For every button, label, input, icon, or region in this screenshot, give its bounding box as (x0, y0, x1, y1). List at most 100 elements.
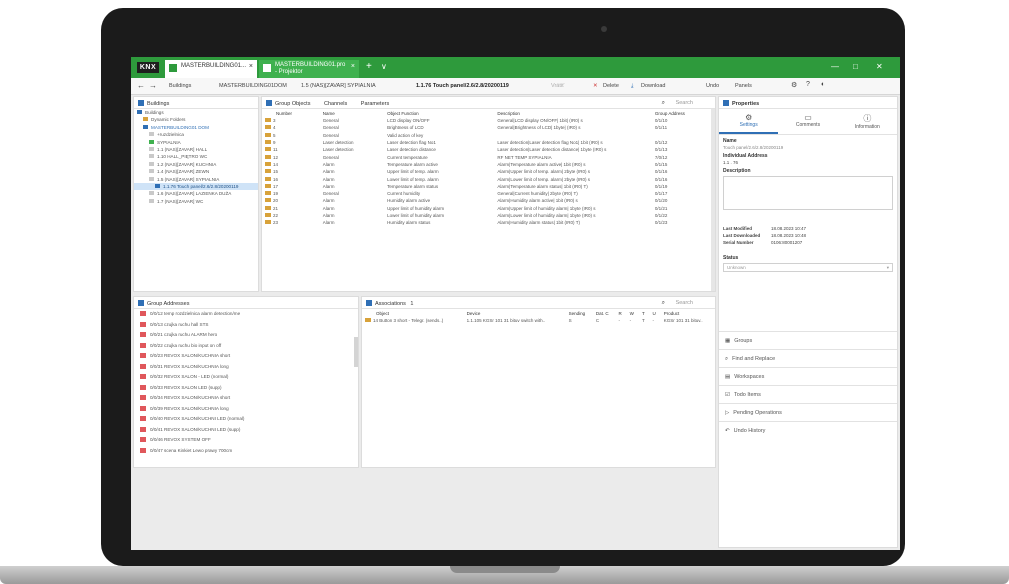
column-header[interactable]: W (627, 309, 639, 317)
table-row[interactable]: 19 General Current humidity General|Current… (262, 190, 715, 197)
tab-settings[interactable]: ⚙ Settings (719, 109, 779, 134)
column-header[interactable]: T (639, 309, 650, 317)
search-input[interactable]: Search (676, 300, 693, 306)
help-icon[interactable]: ? (806, 81, 810, 88)
list-item[interactable]: 0/0/39 REVOX SALON/KUCHNIA long (134, 404, 358, 415)
table-row[interactable]: 12 General Current temperature RF NET TEMP … (262, 153, 715, 160)
close-icon[interactable]: × (351, 63, 355, 70)
list-item[interactable]: 0/0/41 REVOX SALON/KUCHNI LED (supp) (134, 425, 358, 436)
nav-todo-items[interactable]: ☑ Todo Items (719, 385, 897, 403)
add-tab-button[interactable]: + (366, 61, 372, 72)
list-item[interactable]: 0/0/13 czujka ruchu hall STS (134, 320, 358, 331)
table-row[interactable]: 16 Alarm Lower limit of temp. alarm Alarm|L… (262, 175, 715, 182)
breadcrumb-device[interactable]: 1.1.76 Touch panel/2.6/2.8/20200119 (416, 83, 509, 89)
tree-node[interactable]: 1.5 (NAS)[ZAVAR] SYPIALNIA (134, 176, 258, 183)
column-header[interactable]: Description (494, 109, 651, 117)
list-item[interactable]: 0/0/23 REVOX SALON/KUCHNIA short (134, 351, 358, 362)
column-header[interactable]: Group Address (652, 109, 715, 117)
tree-node[interactable]: +ruzdzielnica (134, 131, 258, 138)
column-header[interactable]: Product (661, 309, 715, 317)
column-header[interactable]: Number (262, 109, 320, 117)
table-row[interactable]: 4 General Brightness of LCD General|Brightn… (262, 124, 715, 131)
list-item[interactable]: 0/0/12 temp rozdzielnica alarm detection… (134, 309, 358, 320)
forward-arrow-icon[interactable]: → (149, 81, 157, 90)
column-header[interactable]: Dat. C (593, 309, 616, 317)
column-header[interactable]: Name (320, 109, 384, 117)
column-header[interactable]: Object (362, 309, 464, 317)
table-row[interactable]: 23 Alarm Humidity alarm status Alarm|Humidi… (262, 219, 715, 226)
close-icon[interactable]: × (249, 63, 253, 70)
list-item[interactable]: 0/0/47 scena Kinkiet Lewo prawy 700cm (134, 446, 358, 457)
nav-undo-history[interactable]: ↶ Undo History (719, 421, 897, 439)
delete-icon[interactable]: ✕ (593, 83, 598, 89)
list-item[interactable]: 0/0/34 REVOX SALON/KUCHNIA short (134, 393, 358, 404)
minimize-button[interactable]: — (831, 62, 839, 71)
breadcrumb-room[interactable]: 1.5 (NAS)[ZAVAR] SYPIALNIA (301, 83, 376, 89)
tab-information[interactable]: ⓘ Information (838, 109, 897, 134)
tab-project-home[interactable]: MASTERBUILDING01... × (165, 60, 257, 78)
column-header[interactable]: Sending (566, 309, 593, 317)
tab-parameters[interactable]: Parameters (361, 101, 389, 107)
scrollbar[interactable] (711, 109, 715, 291)
list-item[interactable]: 0/0/21 czujka ruchu ALARM hero (134, 330, 358, 341)
nav-workspaces[interactable]: ▤ Workspaces (719, 367, 897, 385)
panels-button[interactable]: Panels (735, 83, 752, 89)
table-row[interactable]: 15 Alarm Upper limit of temp. alarm Alarm|U… (262, 168, 715, 175)
download-icon[interactable]: ⤓ (631, 83, 633, 90)
undo-hint[interactable]: Vrátiť (551, 83, 564, 89)
tree-node[interactable]: MASTERBUILDING01 DOM (134, 124, 258, 131)
tree-node[interactable]: Dynamic Folders (134, 116, 258, 123)
tree-node[interactable]: Buildings (134, 109, 258, 116)
list-item[interactable]: 0/0/33 REVOX SALON LED (supp) (134, 383, 358, 394)
tab-group-objects[interactable]: Group Objects (275, 101, 310, 107)
breadcrumb-root[interactable]: MASTERBUILDING01DOM (219, 83, 287, 89)
table-row[interactable]: 17 Alarm Temperature alarm status Alarm|Tem… (262, 183, 715, 190)
tree-node-selected[interactable]: 1.1.76 Touch panel/2.6/2.8/20200119 (134, 182, 258, 191)
description-field[interactable] (723, 176, 893, 210)
nav-find-replace[interactable]: ⌕ Find and Replace (719, 349, 897, 367)
column-header[interactable]: U (650, 309, 661, 317)
list-item[interactable]: 0/0/31 REVOX SALON/KUCHNIA long (134, 362, 358, 373)
table-row[interactable]: 14 Alarm Temperature alarm active Alarm|Tem… (262, 161, 715, 168)
delete-button[interactable]: Delete (603, 83, 619, 89)
associations-title[interactable]: Associations (375, 301, 406, 307)
table-row[interactable]: 5 General Valid action of key (262, 132, 715, 139)
table-row[interactable]: 11 Laser detection Laser detection distanc… (262, 146, 715, 153)
table-row[interactable]: 9 Laser detection Laser detection flag No1… (262, 139, 715, 146)
buildings-button[interactable]: Buildings (169, 83, 191, 89)
list-item[interactable]: 0/0/40 REVOX SALON/KUCHNI LED (normal) (134, 414, 358, 425)
tree-node[interactable]: 1.10 HALL_PIĘTRO WC (134, 153, 258, 160)
tab-menu-icon[interactable]: ∨ (381, 62, 387, 71)
column-header[interactable]: Device (464, 309, 566, 317)
list-item[interactable]: 0/0/32 REVOX SALON - LED (normal) (134, 372, 358, 383)
tree-node[interactable]: 1.2 (NAS)[ZAVAR] KUCHNIA (134, 161, 258, 168)
undo-button[interactable]: Undo (706, 83, 719, 89)
table-row[interactable]: 21 Alarm Upper limit of humidity alarm Alar… (262, 205, 715, 212)
table-row[interactable]: 3 General LCD display ON/OFF General|LCD di… (262, 117, 715, 124)
settings-gear-icon[interactable]: ⚙ (791, 81, 797, 89)
tree-node[interactable]: SYPIALNIA (134, 139, 258, 146)
nav-pending-operations[interactable]: ▷ Pending Operations (719, 403, 897, 421)
tree-node[interactable]: 1.7 (NAS)[ZAVAR] WC (134, 198, 258, 205)
tree-node[interactable]: 1.1 (NAS)[ZAVAR] HALL (134, 146, 258, 153)
tab-comments[interactable]: ▭ Comments (778, 109, 837, 134)
table-row[interactable]: 14 Button 3 short - Telegr. (sends..) 1.1… (362, 317, 715, 324)
status-select[interactable]: Unknown ▾ (723, 263, 893, 272)
download-button[interactable]: Download (641, 83, 665, 89)
column-header[interactable]: R (615, 309, 626, 317)
tab-channels[interactable]: Channels (324, 101, 347, 107)
tab-project-active[interactable]: MASTERBUILDING01.pro - Projektor × (259, 60, 359, 78)
scrollbar[interactable] (354, 337, 358, 367)
table-row[interactable]: 20 Alarm Humidity alarm active Alarm|Humidi… (262, 197, 715, 204)
maximize-button[interactable]: □ (853, 62, 858, 71)
back-arrow-icon[interactable]: ← (137, 81, 145, 90)
table-row[interactable]: 22 Alarm Lower limit of humidity alarm Alar… (262, 212, 715, 219)
column-header[interactable]: Object Function (384, 109, 494, 117)
list-item[interactable]: 0/0/22 czujka ruchu bio input on off (134, 341, 358, 352)
tree-node[interactable]: 1.4 (NAS)[ZAVAR] ZEWN (134, 168, 258, 175)
search-input[interactable]: Search (676, 100, 693, 106)
language-icon[interactable]: ◐ (821, 81, 825, 88)
tree-node[interactable]: 1.6 (NAS)[ZAVAR] LAZIENKA DUŻA (134, 190, 258, 197)
list-item[interactable]: 0/0/46 REVOX SYSTEM OFF (134, 435, 358, 446)
nav-groups[interactable]: ▦ Groups (719, 331, 897, 349)
